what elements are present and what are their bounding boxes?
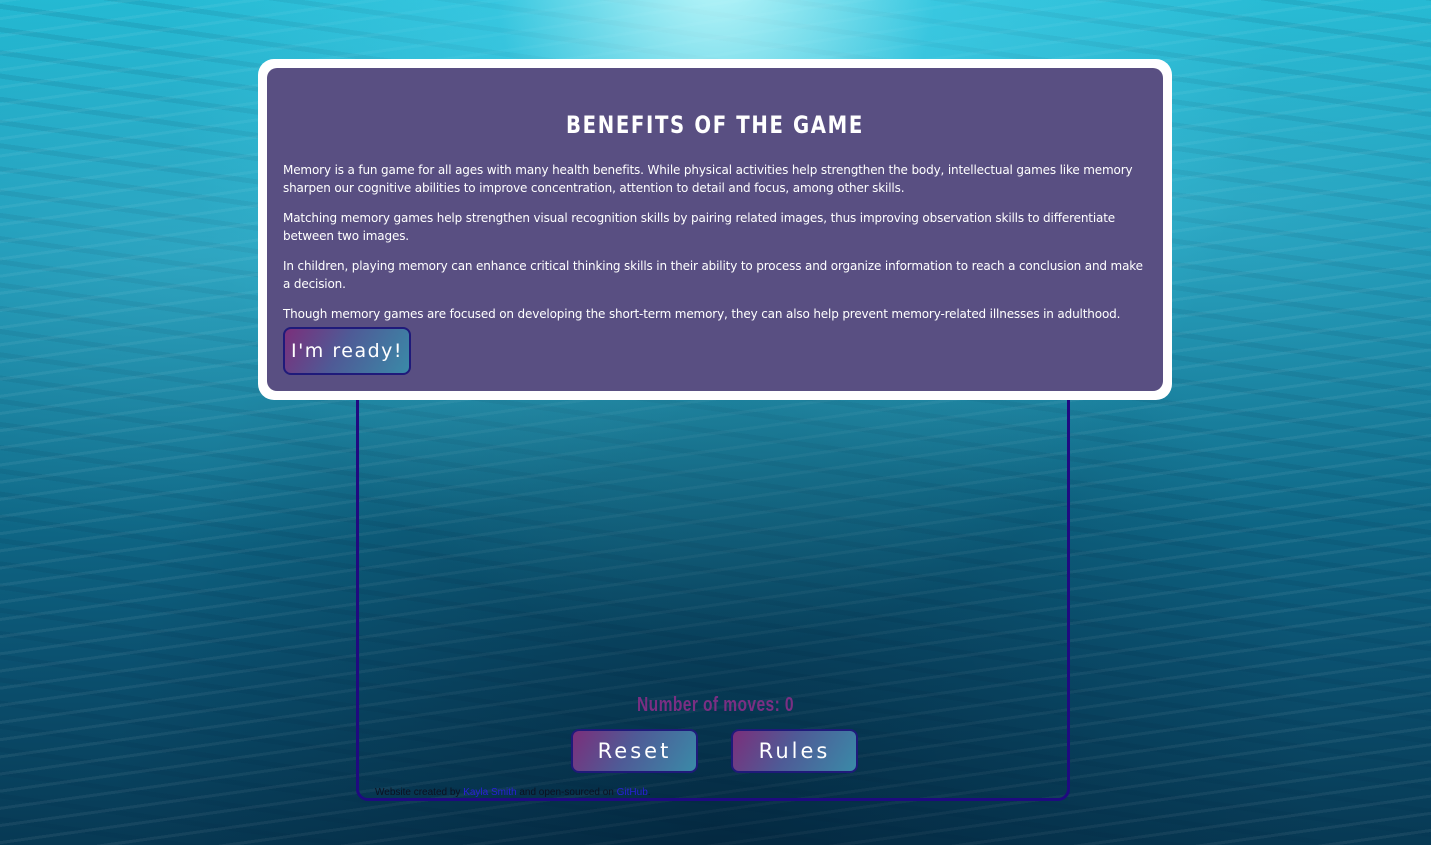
benefit-paragraph: Though memory games are focused on devel…	[283, 307, 1121, 321]
footer-middle: and open-sourced on	[516, 787, 617, 798]
modal-title: BENEFITS OF THE GAME	[565, 111, 864, 139]
benefit-paragraph: In children, playing memory can enhance …	[283, 259, 1143, 291]
footer-credits: Website created by Kayla Smith and open-…	[375, 787, 651, 798]
footer-suffix: .	[647, 787, 651, 798]
moves-counter: Number of moves: 0	[637, 694, 794, 716]
reset-button[interactable]: Reset	[571, 729, 698, 773]
benefits-modal-content: BENEFITS OF THE GAME Memory is a fun gam…	[267, 68, 1163, 391]
modal-body: Memory is a fun game for all ages with m…	[283, 161, 1147, 335]
im-ready-button[interactable]: I'm ready!	[283, 327, 411, 375]
author-link[interactable]: Kayla Smith	[463, 787, 516, 798]
benefit-paragraph: Memory is a fun game for all ages with m…	[283, 163, 1133, 195]
github-link[interactable]: GitHub	[617, 787, 648, 798]
footer-prefix: Website created by	[375, 787, 464, 798]
rules-button[interactable]: Rules	[731, 729, 858, 773]
benefits-modal: BENEFITS OF THE GAME Memory is a fun gam…	[258, 59, 1172, 400]
benefit-paragraph: Matching memory games help strengthen vi…	[283, 211, 1116, 243]
